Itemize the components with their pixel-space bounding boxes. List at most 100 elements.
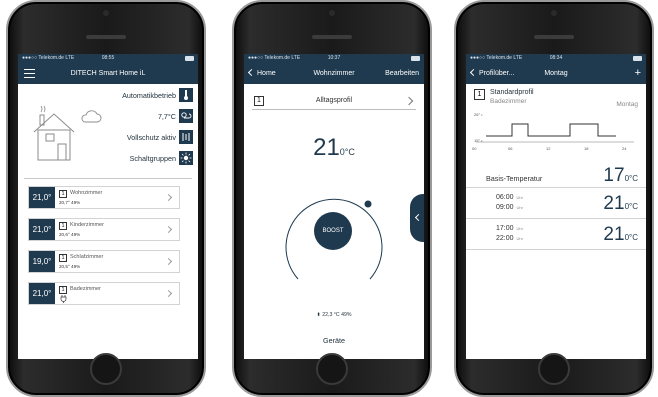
chevron-right-icon <box>164 289 173 298</box>
room-temp: 21,0° <box>29 219 55 240</box>
status-time: 08:34 <box>549 55 563 61</box>
chart-x-label: 00 <box>472 146 477 151</box>
period-start: 06:00 Uhr <box>496 194 523 201</box>
period-start-time: 17:00 <box>496 225 514 232</box>
side-drawer-handle[interactable] <box>410 194 424 242</box>
auto-mode-label: Automatikbetrieb <box>122 90 176 100</box>
room-name: Kinderzimmer <box>70 222 104 228</box>
period-unit: 0°C <box>624 233 638 242</box>
app-showcase: ●●●○○ Telekom.de LTE 08:55 DITECH Smart … <box>0 0 658 397</box>
front-camera <box>103 10 109 16</box>
front-camera <box>551 10 557 16</box>
setpoint-value: 21 <box>313 134 340 161</box>
profile-name: Alltagsprofil <box>315 97 353 104</box>
front-camera <box>329 10 335 16</box>
status-bar: ●●●○○ Telekom.de LTE 08:34 <box>466 54 646 63</box>
basis-value: 17 <box>603 165 625 186</box>
setpoint-temperature: 210°C <box>244 134 424 162</box>
setpoint-unit: 0°C <box>339 147 355 157</box>
room-name: Schlafzimmer <box>70 254 104 260</box>
phone-frame-room: ●●●○○ Telekom.de LTE 10:37 Home Wohnzimm… <box>232 0 432 397</box>
phone-frame-home: ●●●○○ Telekom.de LTE 08:55 DITECH Smart … <box>6 0 206 397</box>
period-value-group: 210°C <box>603 224 638 246</box>
room-sensor: 20,6° 49% <box>59 232 81 237</box>
profile-selector[interactable]: 1 Alltagsprofil <box>252 93 416 110</box>
profile-screen: ●●●○○ Telekom.de LTE 08:34 Profilüber...… <box>466 54 646 359</box>
uhr-label: Uhr <box>516 226 523 231</box>
boost-button[interactable]: BOOST <box>314 212 352 250</box>
heating-period-row[interactable]: 06:00 Uhr 09:00 Uhr 210°C <box>466 189 646 219</box>
room-sensor: 20,7° 49% <box>59 200 81 205</box>
period-start: 17:00 Uhr <box>496 225 523 232</box>
edit-button[interactable]: Bearbeiten <box>385 63 419 84</box>
status-time: 10:37 <box>327 55 341 61</box>
period-value: 21 <box>603 193 625 214</box>
app-title: DITECH Smart Home iL <box>70 70 146 77</box>
status-bar: ●●●○○ Telekom.de LTE 10:37 <box>244 54 424 63</box>
weather-icon <box>179 109 193 123</box>
room-card[interactable]: 21,0° 1 Kinderzimmer 20,6° 49% <box>28 218 180 241</box>
thermometer-icon <box>179 88 193 102</box>
sensor-readout: ⬍ 22,3 °C 49% <box>244 312 424 318</box>
chart-x-label: 06 <box>508 146 513 151</box>
battery-icon <box>633 56 642 61</box>
period-end: 22:00 Uhr <box>496 235 523 242</box>
auto-mode-row[interactable]: Automatikbetrieb <box>122 88 193 102</box>
room-card[interactable]: 21,0° 1 Badezimmer <box>28 282 180 305</box>
earpiece-speaker <box>534 35 574 39</box>
outside-temp-row: 7,7°C <box>158 109 193 123</box>
basis-temperature-row[interactable]: Basis-Temperatur 170°C <box>466 162 646 188</box>
battery-icon <box>185 56 194 61</box>
earpiece-speaker <box>312 35 352 39</box>
room-profile-number: 1 <box>59 286 67 294</box>
home-button[interactable] <box>90 353 122 385</box>
room-name: Wohnzimmer <box>70 190 103 196</box>
chevron-right-icon <box>164 225 173 234</box>
home-button[interactable] <box>316 353 348 385</box>
room-name: Badezimmer <box>70 286 101 292</box>
profile-room: Badezimmer <box>490 98 527 105</box>
chart-x-label: 24 <box>622 146 627 151</box>
profile-number: 1 <box>474 89 485 100</box>
schedule-chart: 26° • 15° • 00 06 12 18 24 <box>472 112 634 151</box>
nav-bar: DITECH Smart Home iL <box>18 63 198 84</box>
protection-row[interactable]: Vollschutz aktiv <box>127 130 193 144</box>
status-bar: ●●●○○ Telekom.de LTE 08:55 <box>18 54 198 63</box>
room-profile-number: 1 <box>59 190 67 198</box>
heating-period-row[interactable]: 17:00 Uhr 22:00 Uhr 210°C <box>466 220 646 250</box>
phone-frame-profile: ●●●○○ Telekom.de LTE 08:34 Profilüber...… <box>454 0 654 397</box>
earpiece-speaker <box>86 35 126 39</box>
period-end-time: 09:00 <box>496 204 514 211</box>
devices-button[interactable]: Geräte <box>244 336 424 345</box>
room-temp: 19,0° <box>29 251 55 272</box>
chart-x-label: 12 <box>546 146 551 151</box>
period-unit: 0°C <box>624 202 638 211</box>
chevron-right-icon <box>164 193 173 202</box>
house-icon <box>33 105 75 161</box>
divider <box>24 178 192 179</box>
chart-y-max: 26° • <box>474 112 483 117</box>
room-profile-number: 1 <box>59 222 67 230</box>
uhr-label: Uhr <box>516 195 523 200</box>
home-button[interactable] <box>538 353 570 385</box>
room-card[interactable]: 21,0° 1 Wohnzimmer 20,7° 49% <box>28 186 180 209</box>
basis-label: Basis-Temperatur <box>486 174 543 183</box>
day-title: Montag <box>544 70 568 77</box>
switch-groups-row[interactable]: Schaltgruppen <box>130 151 193 165</box>
chevron-right-icon <box>164 257 173 266</box>
period-end-time: 22:00 <box>496 235 514 242</box>
shield-icon <box>179 130 193 144</box>
plug-icon <box>60 295 67 303</box>
cloud-icon <box>81 110 102 123</box>
add-button[interactable]: + <box>635 63 641 84</box>
nav-bar: Home Wohnzimmer Bearbeiten <box>244 63 424 84</box>
room-card[interactable]: 19,0° 1 Schlafzimmer 20,5° 49% <box>28 250 180 273</box>
basis-unit: 0°C <box>624 174 638 183</box>
battery-icon <box>411 56 420 61</box>
home-screen: ●●●○○ Telekom.de LTE 08:55 DITECH Smart … <box>18 54 198 359</box>
uhr-label: Uhr <box>516 236 523 241</box>
room-temp: 21,0° <box>29 187 55 208</box>
chart-x-label: 18 <box>584 146 589 151</box>
basis-value-group: 170°C <box>603 165 638 187</box>
dial-handle[interactable] <box>364 200 372 208</box>
